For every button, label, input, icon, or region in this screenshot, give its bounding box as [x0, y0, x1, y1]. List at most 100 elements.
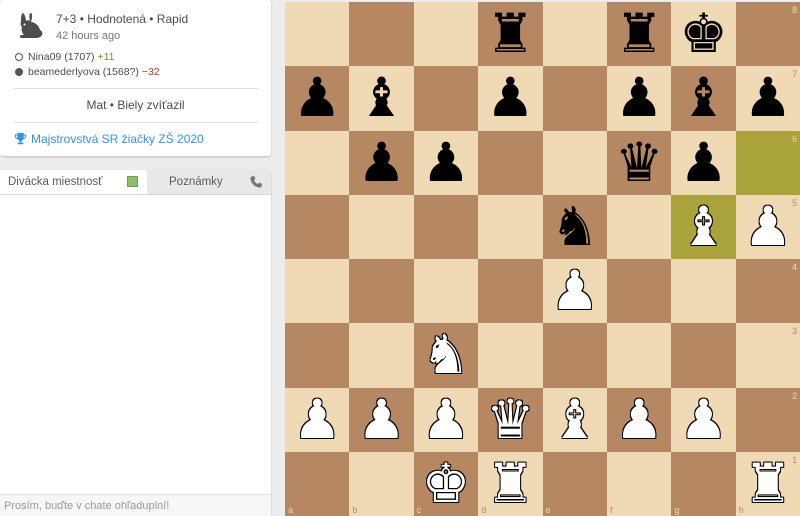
square-d5[interactable] — [478, 194, 543, 259]
square-g6[interactable]: ♟ — [671, 130, 736, 195]
white-king-icon[interactable]: ♚ — [414, 452, 478, 516]
white-rook-icon[interactable]: ♜ — [736, 452, 800, 516]
square-a7[interactable]: ♟ — [285, 66, 350, 131]
square-f2[interactable]: ♟ — [607, 387, 672, 452]
square-f7[interactable]: ♟ — [607, 66, 672, 131]
square-d2[interactable]: ♛ — [478, 387, 543, 452]
white-pawn-icon[interactable]: ♟ — [736, 195, 800, 259]
tournament-name[interactable]: Majstrovstvá SR žiačky ZŠ 2020 — [31, 132, 204, 146]
white-queen-icon[interactable]: ♛ — [478, 388, 542, 452]
square-h4[interactable]: 4 — [735, 259, 800, 324]
square-b5[interactable] — [349, 194, 414, 259]
chat-toggle-checkbox[interactable] — [127, 176, 138, 187]
square-g2[interactable]: ♟ — [671, 387, 736, 452]
square-f3[interactable] — [607, 323, 672, 388]
white-player[interactable]: Nina09 (1707) +11 — [15, 51, 115, 63]
square-c6[interactable]: ♟ — [413, 130, 479, 195]
square-a8[interactable] — [285, 2, 350, 67]
square-g4[interactable] — [671, 259, 736, 324]
tournament-link[interactable]: Majstrovstvá SR žiačky ZŠ 2020 — [14, 132, 204, 146]
square-g5[interactable]: ♝ — [671, 194, 736, 259]
square-e7[interactable] — [542, 66, 607, 131]
square-c1[interactable]: c ♚ — [413, 451, 479, 516]
square-b1[interactable]: b — [349, 451, 414, 516]
square-d7[interactable]: ♟ — [478, 66, 543, 131]
square-f6[interactable]: ♛ — [607, 130, 672, 195]
square-c5[interactable] — [413, 194, 479, 259]
black-king-icon[interactable]: ♚ — [671, 2, 735, 66]
black-rook-icon[interactable]: ♜ — [607, 2, 671, 66]
square-b8[interactable] — [349, 2, 414, 67]
square-f4[interactable] — [607, 259, 672, 324]
black-pawn-icon[interactable]: ♟ — [285, 66, 349, 130]
square-a1[interactable]: a — [285, 451, 350, 516]
square-a3[interactable] — [285, 323, 350, 388]
white-pawn-icon[interactable]: ♟ — [543, 259, 607, 323]
tab-spectator-room[interactable]: Divácka miestnosť — [0, 170, 147, 194]
square-e6[interactable] — [542, 130, 607, 195]
white-pawn-icon[interactable]: ♟ — [285, 388, 349, 452]
square-h7[interactable]: 7 ♟ — [735, 66, 800, 131]
square-b2[interactable]: ♟ — [349, 387, 414, 452]
black-knight-icon[interactable]: ♞ — [543, 195, 607, 259]
white-pawn-icon[interactable]: ♟ — [414, 388, 478, 452]
square-c7[interactable] — [413, 66, 479, 131]
black-bishop-icon[interactable]: ♝ — [349, 66, 413, 130]
square-b4[interactable] — [349, 259, 414, 324]
square-c8[interactable] — [413, 2, 479, 67]
chess-board[interactable]: ♜ ♜ ♚ 8 ♟ ♝ ♟ ♟ ♝ 7 ♟ ♟ ♟ ♛ ♟ 6 ♞ ♝ 5 ♟ ♟ 4 ♞ 3 ♟ ♟ ♟ ♛ ♝ ♟ ♟ 2 a b c ♚ d ♜ e f… — [285, 2, 800, 516]
square-b7[interactable]: ♝ — [349, 66, 414, 131]
square-g1[interactable]: g — [671, 451, 736, 516]
black-pawn-icon[interactable]: ♟ — [671, 131, 735, 195]
black-queen-icon[interactable]: ♛ — [607, 131, 671, 195]
square-f1[interactable]: f — [607, 451, 672, 516]
square-d4[interactable] — [478, 259, 543, 324]
white-knight-icon[interactable]: ♞ — [414, 323, 478, 387]
white-pawn-icon[interactable]: ♟ — [671, 388, 735, 452]
square-a2[interactable]: ♟ — [285, 387, 350, 452]
square-e4[interactable]: ♟ — [542, 259, 607, 324]
square-d1[interactable]: d ♜ — [478, 451, 543, 516]
square-a6[interactable] — [285, 130, 350, 195]
black-player-name[interactable]: beamederlyova (1568?) — [28, 66, 139, 78]
white-bishop-icon[interactable]: ♝ — [671, 195, 735, 259]
black-pawn-icon[interactable]: ♟ — [414, 131, 478, 195]
white-pawn-icon[interactable]: ♟ — [607, 388, 671, 452]
black-pawn-icon[interactable]: ♟ — [349, 131, 413, 195]
square-e5[interactable]: ♞ — [542, 194, 607, 259]
square-h5[interactable]: 5 ♟ — [735, 194, 800, 259]
square-h6[interactable]: 6 — [735, 130, 800, 195]
white-player-name[interactable]: Nina09 (1707) — [28, 51, 95, 63]
square-e2[interactable]: ♝ — [542, 387, 607, 452]
square-e1[interactable]: e — [542, 451, 607, 516]
white-pawn-icon[interactable]: ♟ — [349, 388, 413, 452]
square-g3[interactable] — [671, 323, 736, 388]
chat-input[interactable] — [0, 494, 271, 516]
square-g7[interactable]: ♝ — [671, 66, 736, 131]
black-rook-icon[interactable]: ♜ — [478, 2, 542, 66]
black-pawn-icon[interactable]: ♟ — [478, 66, 542, 130]
black-pawn-icon[interactable]: ♟ — [736, 66, 800, 130]
square-b3[interactable] — [349, 323, 414, 388]
square-b6[interactable]: ♟ — [349, 130, 414, 195]
square-g8[interactable]: ♚ — [671, 2, 736, 67]
black-pawn-icon[interactable]: ♟ — [607, 66, 671, 130]
square-a5[interactable] — [285, 194, 350, 259]
white-bishop-icon[interactable]: ♝ — [543, 388, 607, 452]
square-e3[interactable] — [542, 323, 607, 388]
white-rook-icon[interactable]: ♜ — [478, 452, 542, 516]
square-e8[interactable] — [542, 2, 607, 67]
square-f5[interactable] — [607, 194, 672, 259]
square-h2[interactable]: 2 — [735, 387, 800, 452]
square-h8[interactable]: 8 — [735, 2, 800, 67]
black-player[interactable]: beamederlyova (1568?) −32 — [15, 66, 160, 78]
square-d8[interactable]: ♜ — [478, 2, 543, 67]
square-c3[interactable]: ♞ — [413, 323, 479, 388]
black-bishop-icon[interactable]: ♝ — [671, 66, 735, 130]
tab-notes[interactable]: Poznámky — [147, 170, 271, 194]
square-d6[interactable] — [478, 130, 543, 195]
square-c4[interactable] — [413, 259, 479, 324]
square-h3[interactable]: 3 — [735, 323, 800, 388]
square-h1[interactable]: 1 h ♜ — [735, 451, 800, 516]
square-a4[interactable] — [285, 259, 350, 324]
